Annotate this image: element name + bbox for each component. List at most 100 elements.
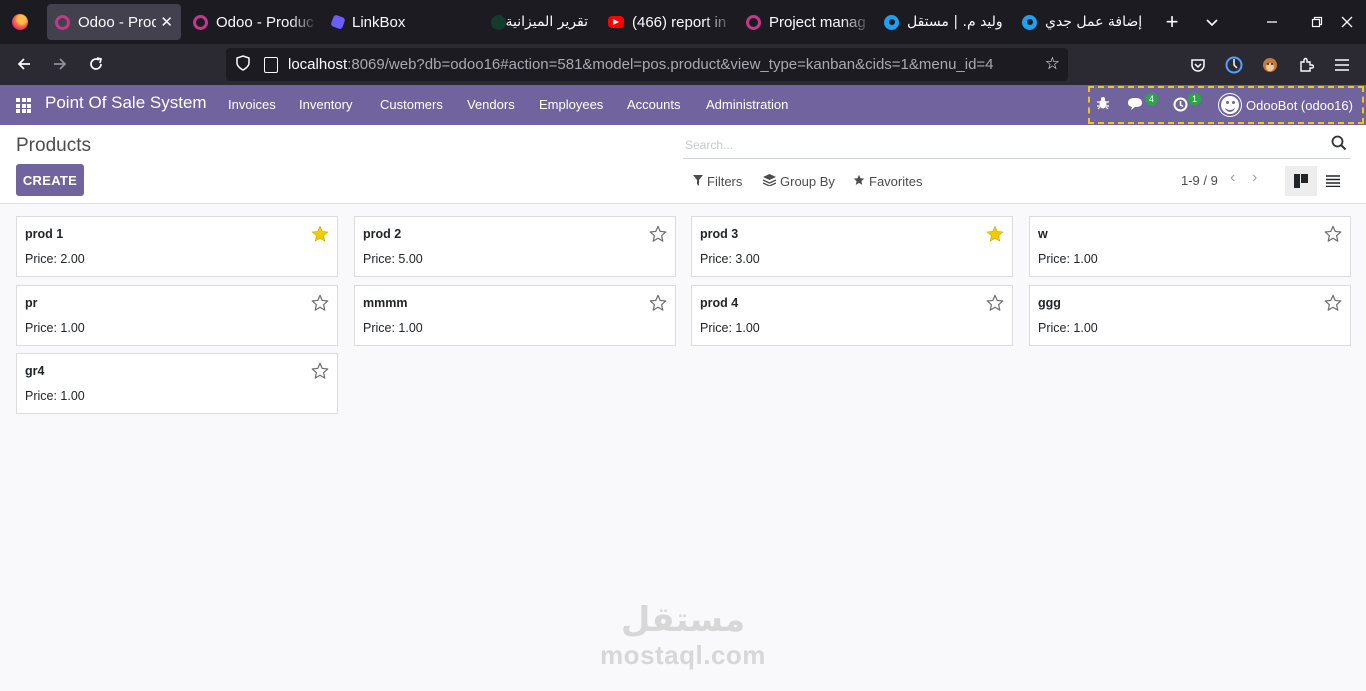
browser-tab[interactable]: Odoo - Prod ✕	[47, 4, 181, 40]
product-name: prod 2	[363, 227, 402, 241]
product-price: Price: 1.00	[25, 321, 85, 335]
product-card[interactable]: prod 1 Price: 2.00	[16, 216, 338, 277]
favorite-star-icon[interactable]	[311, 225, 329, 243]
list-view-button[interactable]	[1317, 166, 1349, 196]
favorites-button[interactable]: Favorites	[853, 174, 922, 189]
product-price: Price: 1.00	[1038, 321, 1098, 335]
forward-icon[interactable]	[44, 48, 76, 80]
extension-timer-icon[interactable]	[1223, 54, 1245, 76]
page-title: Products	[16, 135, 91, 156]
product-card[interactable]: prod 2 Price: 5.00	[354, 216, 676, 277]
favorite-star-icon[interactable]	[649, 294, 667, 312]
debug-bug-icon[interactable]	[1096, 96, 1110, 113]
firefox-icon[interactable]	[0, 0, 40, 44]
menu-inventory[interactable]: Inventory	[299, 97, 352, 112]
extensions-icon[interactable]	[1295, 54, 1317, 76]
kanban-view-button[interactable]	[1285, 166, 1317, 196]
favorite-star-icon[interactable]	[1324, 294, 1342, 312]
back-icon[interactable]	[8, 48, 40, 80]
menu-administration[interactable]: Administration	[706, 97, 788, 112]
product-card[interactable]: mmmm Price: 1.00	[354, 285, 676, 346]
browser-tab[interactable]: (466) report in	[600, 4, 734, 40]
product-card[interactable]: pr Price: 1.00	[16, 285, 338, 346]
menu-invoices[interactable]: Invoices	[228, 97, 276, 112]
favorite-star-icon[interactable]	[986, 225, 1004, 243]
activity-clock-icon[interactable]	[1173, 97, 1188, 115]
product-price: Price: 2.00	[25, 252, 85, 266]
pager-value[interactable]: 1-9 / 9	[1181, 173, 1218, 188]
product-card[interactable]: ggg Price: 1.00	[1029, 285, 1351, 346]
user-avatar[interactable]	[1219, 94, 1241, 116]
pocket-icon[interactable]	[1187, 54, 1209, 76]
product-name: mmmm	[363, 296, 408, 310]
apps-menu-icon[interactable]	[16, 98, 31, 113]
favorite-star-icon[interactable]	[311, 362, 329, 380]
watermark-arabic: مستقل	[620, 600, 746, 640]
groupby-button[interactable]: Group By	[762, 174, 835, 189]
browser-tab[interactable]: LinkBox	[324, 4, 458, 40]
mostaql-icon	[1022, 14, 1037, 30]
extension-monkey-icon[interactable]	[1259, 54, 1281, 76]
product-card[interactable]: gr4 Price: 1.00	[16, 353, 338, 414]
url-text[interactable]: localhost:8069/web?db=odoo16#action=581&…	[288, 56, 1030, 73]
url-bar[interactable]: localhost:8069/web?db=odoo16#action=581&…	[226, 48, 1068, 81]
favorite-star-icon[interactable]	[986, 294, 1004, 312]
tab-title: Odoo - Prod	[78, 13, 157, 31]
product-card[interactable]: w Price: 1.00	[1029, 216, 1351, 277]
product-name: prod 3	[700, 227, 739, 241]
messages-badge: 4	[1145, 93, 1159, 105]
messages-icon[interactable]	[1127, 97, 1144, 114]
menu-vendors[interactable]: Vendors	[467, 97, 515, 112]
browser-tab[interactable]: تقرير الميزانية	[462, 4, 596, 40]
odoo-icon	[55, 14, 70, 30]
hamburger-menu-icon[interactable]	[1331, 54, 1353, 76]
tab-list-icon[interactable]	[1194, 0, 1230, 44]
browser-tab[interactable]: Odoo - Produc	[185, 4, 319, 40]
menu-customers[interactable]: Customers	[380, 97, 443, 112]
menu-accounts[interactable]: Accounts	[627, 97, 680, 112]
browser-tab[interactable]: Project manag	[738, 4, 872, 40]
favorite-star-icon[interactable]	[1324, 225, 1342, 243]
search-input[interactable]	[683, 133, 1303, 157]
browser-tab-bar: Odoo - Prod ✕ Odoo - Produc LinkBox تقري…	[0, 0, 1366, 44]
shield-icon[interactable]	[228, 55, 258, 74]
browser-tab[interactable]: إضافة عمل جدي	[1014, 4, 1148, 40]
list-icon	[1326, 175, 1340, 187]
filters-label: Filters	[707, 174, 743, 189]
close-window-icon[interactable]	[1329, 0, 1365, 44]
activities-badge: 1	[1188, 93, 1202, 105]
filter-icon	[693, 174, 703, 189]
page-icon[interactable]	[264, 56, 278, 73]
star-icon	[853, 174, 865, 189]
close-icon[interactable]: ✕	[160, 13, 173, 31]
tab-title: LinkBox	[352, 13, 406, 31]
favorite-star-icon[interactable]	[311, 294, 329, 312]
app-brand[interactable]: Point Of Sale System	[45, 93, 207, 113]
filters-button[interactable]: Filters	[693, 174, 742, 189]
favorite-star-icon[interactable]	[649, 225, 667, 243]
user-menu[interactable]: OdooBot (odoo16)	[1246, 98, 1353, 113]
bookmark-star-icon[interactable]: ☆	[1045, 54, 1060, 74]
layers-icon	[762, 174, 777, 189]
product-name: prod 4	[700, 296, 739, 310]
linkbox-icon	[330, 14, 346, 30]
pager-previous-icon[interactable]: ‹	[1230, 169, 1235, 187]
product-price: Price: 5.00	[363, 252, 423, 266]
search-icon[interactable]	[1331, 135, 1349, 153]
tab-title: تقرير الميزانية	[505, 14, 589, 30]
product-card[interactable]: prod 3 Price: 3.00	[691, 216, 1013, 277]
new-tab-icon[interactable]: +	[1154, 0, 1190, 44]
product-name: w	[1038, 227, 1048, 241]
product-card[interactable]: prod 4 Price: 1.00	[691, 285, 1013, 346]
create-button[interactable]: CREATE	[16, 164, 84, 196]
watermark-latin: mostaql.com	[600, 640, 766, 670]
menu-employees[interactable]: Employees	[539, 97, 603, 112]
watermark: مستقل mostaql.com	[600, 600, 766, 670]
product-price: Price: 1.00	[363, 321, 423, 335]
reload-icon[interactable]	[80, 48, 112, 80]
product-name: gr4	[25, 364, 45, 378]
pager-next-icon[interactable]: ›	[1252, 169, 1257, 187]
minimize-icon[interactable]	[1254, 0, 1290, 44]
control-panel: Products CREATE Filters Group By Favorit…	[0, 125, 1366, 204]
browser-tab[interactable]: وليد م. | مستقل	[876, 4, 1010, 40]
